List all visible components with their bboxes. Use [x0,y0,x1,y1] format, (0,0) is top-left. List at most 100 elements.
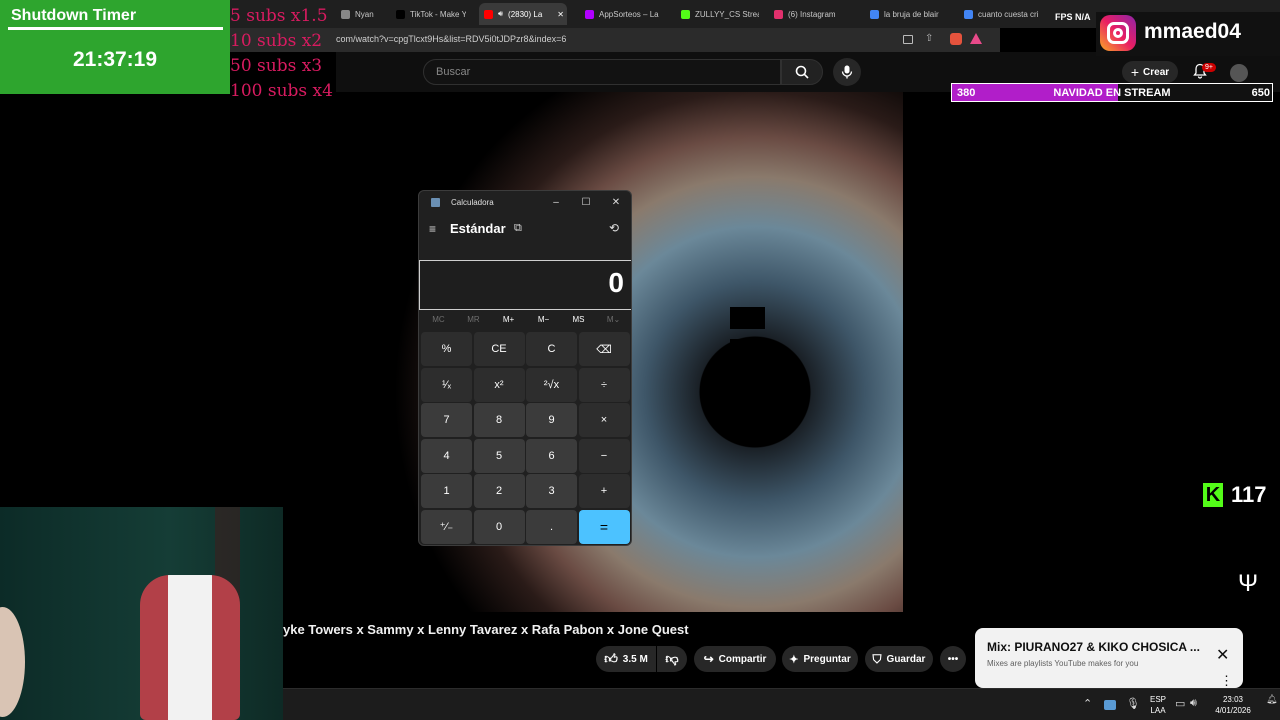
memory-button[interactable]: MS [561,315,596,324]
language-indicator[interactable]: ESP LAA [1148,694,1168,716]
memory-button[interactable]: M⌄ [596,315,631,324]
close-window-button[interactable]: ✕ [603,195,629,211]
youtube-favicon-icon [484,9,493,19]
maximize-button[interactable]: ☐ [573,195,599,211]
multiply-button[interactable]: × [578,403,630,437]
browser-tab[interactable]: 🔊︎ (2830) La ✕ [479,3,567,25]
memory-button[interactable]: MR [456,315,491,324]
ask-button[interactable]: ✦ Preguntar [782,646,858,672]
glitch-bar [730,371,766,395]
instagram-favicon-icon [774,9,783,19]
glitch-bar [730,307,765,329]
brave-shield-icon[interactable] [950,33,962,45]
minimize-button[interactable]: – [543,195,569,211]
create-label: Crear [1143,66,1170,78]
browser-tab[interactable]: AppSorteos – La [580,3,665,25]
subtract-button[interactable]: − [578,438,630,473]
brave-rewards-icon[interactable] [970,33,982,44]
keyboard-layout: LAA [1150,706,1166,715]
equals-button[interactable]: = [578,509,630,544]
more-actions-button[interactable]: ••• [940,646,966,672]
microphone-tray-icon[interactable]: 🎙︎ [1126,697,1140,710]
account-avatar[interactable] [1230,64,1248,82]
search-input[interactable]: Buscar [423,59,781,85]
reciprocal-button[interactable]: ¹⁄ₓ [421,367,472,402]
square-root-button[interactable]: ²√x [526,367,577,402]
nyan-favicon-icon [341,9,350,19]
close-tab-icon[interactable]: ✕ [557,10,564,19]
save-button[interactable]: ⛉ Guardar [865,646,933,672]
kick-icon: K [1203,483,1223,507]
network-icon[interactable]: ▭ [1175,697,1185,710]
search-button[interactable] [781,59,823,85]
memory-button[interactable]: MC [421,315,456,324]
subs-rule: 50 subs x3 [230,56,323,76]
digit-0-button[interactable]: 0 [473,509,525,544]
digit-6-button[interactable]: 6 [526,438,577,473]
tray-chevron-icon[interactable]: ⌃ [1083,697,1092,710]
decimal-button[interactable]: . [526,509,577,544]
goal-end-value: 650 [1251,87,1270,99]
thumbs-down-icon: 👎︎ [665,651,679,666]
streamer-logo-icon: Ψ [1238,570,1259,597]
digit-3-button[interactable]: 3 [526,474,577,508]
video-title[interactable]: yke Towers x Sammy x Lenny Tavarez x Raf… [283,622,689,637]
browser-tab[interactable]: (6) Instagram [769,3,854,25]
digit-7-button[interactable]: 7 [421,403,472,437]
browser-tab[interactable]: la bruja de blair [865,3,950,25]
calculator-app-icon [431,198,440,207]
browser-tab-label: ZULLYY_CS Strea [695,9,759,19]
taskbar-clock[interactable]: 23:03 4/01/2026 [1208,694,1258,716]
digit-2-button[interactable]: 2 [473,474,525,508]
add-button[interactable]: + [578,474,630,508]
voice-search-button[interactable] [833,58,861,86]
like-button[interactable]: 👍︎ 3.5 M [596,646,656,672]
digit-9-button[interactable]: 9 [526,403,577,437]
history-icon[interactable]: ⟲ [609,221,619,235]
hamburger-menu-icon[interactable]: ≡ [429,222,436,236]
browser-tab[interactable]: ZULLYY_CS Strea [676,3,759,25]
browser-tab[interactable]: Nyan Nya [336,3,376,25]
tiktok-favicon-icon [396,9,405,19]
clear-button[interactable]: C [526,332,577,366]
close-icon[interactable]: ✕ [1216,645,1229,665]
clear-entry-button[interactable]: CE [473,332,525,366]
digit-1-button[interactable]: 1 [421,474,472,508]
fps-counter: FPS N/A [1055,12,1091,22]
glitch-bar [730,339,762,361]
thumbs-up-icon: 👍︎ [604,651,618,666]
browser-tab[interactable]: TikTok - Make Yo [391,3,466,25]
digit-8-button[interactable]: 8 [473,403,525,437]
share-button[interactable]: ↪ Compartir [694,646,776,672]
create-button[interactable]: + Crear [1122,61,1178,83]
cast-icon[interactable] [903,35,913,44]
digit-5-button[interactable]: 5 [473,438,525,473]
square-button[interactable]: x² [473,367,525,402]
url-text[interactable]: com/watch?v=cpgTlcxt9Hs&list=RDV5i0tJDPz… [336,34,566,44]
browser-tab-label: (2830) La [508,9,543,19]
share-icon[interactable]: ⇧ [925,33,933,44]
digit-4-button[interactable]: 4 [421,438,472,473]
keep-on-top-icon[interactable]: ⧉ [514,222,522,235]
percent-button[interactable]: % [421,332,472,366]
memory-button[interactable]: M+ [491,315,526,324]
mix-playlist-card[interactable]: Mix: PIURANO27 & KIKO CHOSICA ... Mixes … [975,628,1243,688]
browser-tab[interactable]: cuanto cuesta cri [959,3,1044,25]
person-shoulder [0,607,25,717]
kick-viewer-count: K 117 [1203,482,1267,508]
notifications-tray-icon[interactable]: 🔔︎ [1266,694,1277,705]
onedrive-icon[interactable] [1104,700,1116,710]
gaming-chair [140,575,240,720]
like-count: 3.5 M [622,653,648,665]
negate-button[interactable]: ⁺⁄₋ [421,509,472,544]
memory-button[interactable]: M− [526,315,561,324]
more-vertical-icon[interactable]: ⋮ [1220,673,1233,689]
calculator-window[interactable]: Calculadora – ☐ ✕ ≡ Estándar ⧉ ⟲ 0 MC MR M… [418,190,632,546]
backspace-button[interactable]: ⌫ [578,332,630,366]
divide-button[interactable]: ÷ [578,367,630,402]
calculator-titlebar[interactable]: Calculadora – ☐ ✕ [419,191,631,213]
google-favicon-icon [870,9,879,19]
appsorteos-favicon-icon [585,9,594,19]
dislike-button[interactable]: 👎︎ [657,646,687,672]
volume-icon[interactable]: 🔊︎ [1190,697,1197,710]
